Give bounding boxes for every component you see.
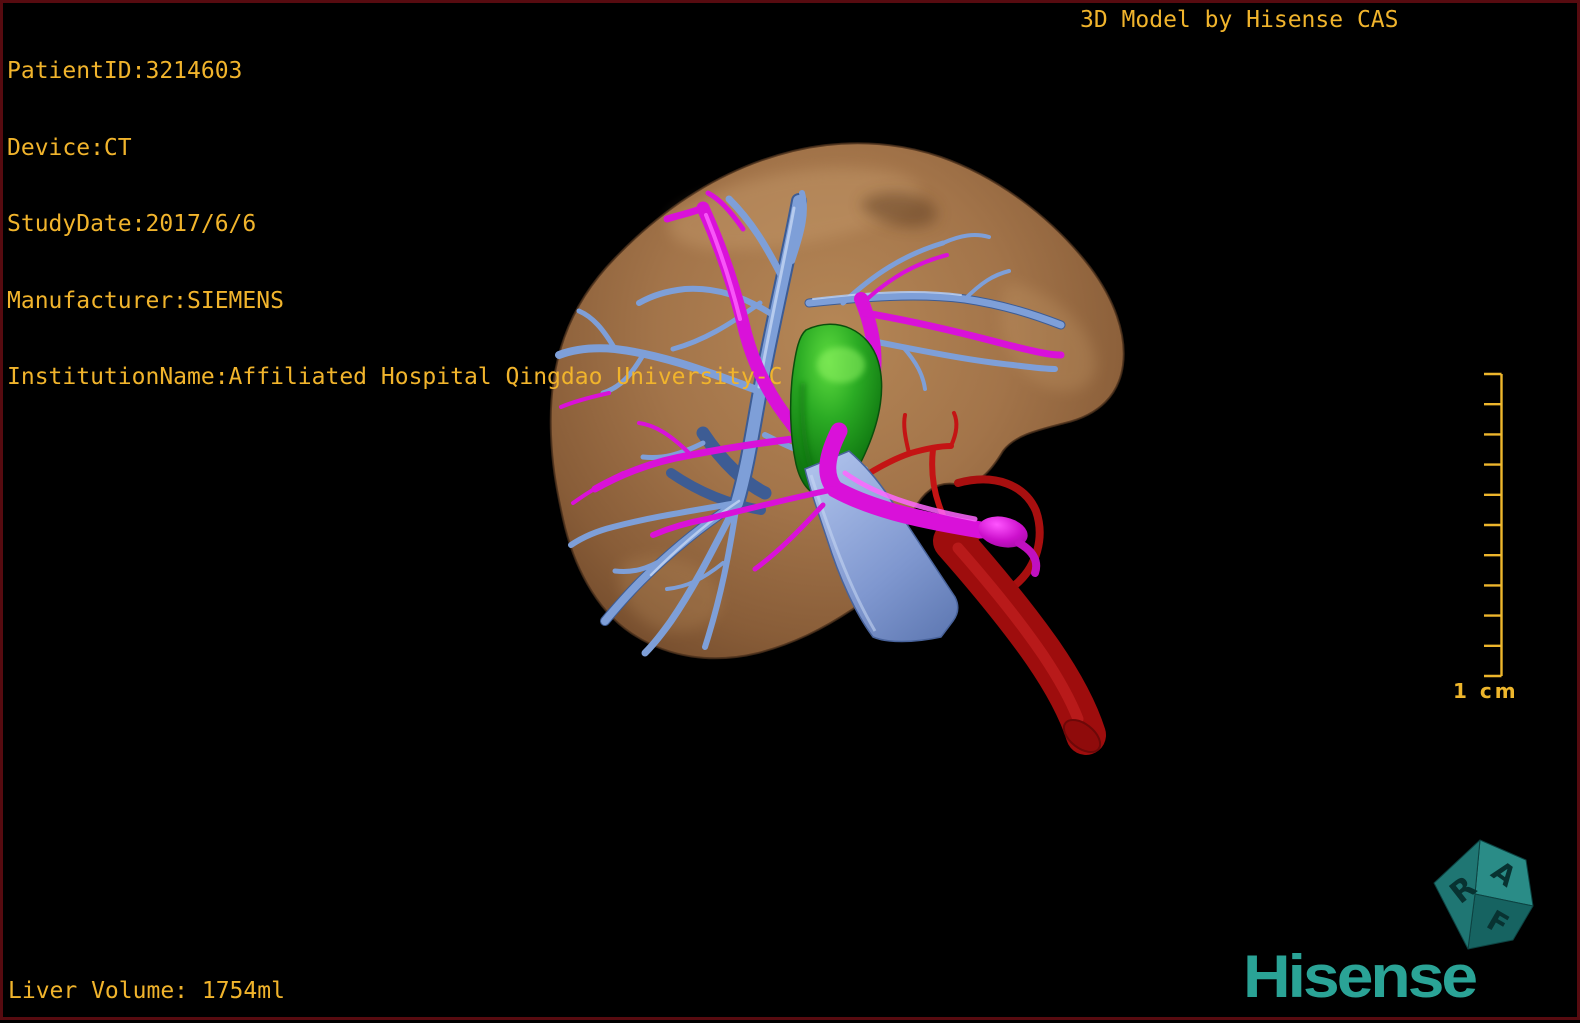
device-line: Device:CT — [7, 134, 132, 161]
hisense-logo: Hisense — [1243, 941, 1478, 1010]
institution-line: InstitutionName:Affiliated Hospital Qing… — [7, 364, 783, 390]
viewer-frame: R A F PatientID:3214603 Device:CT StudyD… — [0, 0, 1580, 1020]
orientation-cube[interactable]: R A F — [1433, 839, 1534, 950]
patient-id-line: PatientID:3214603 — [7, 58, 243, 84]
liver-volume-text: Liver Volume: 1754ml — [8, 978, 285, 1004]
study-date-line: StudyDate:2017/6/6 — [7, 211, 257, 237]
patient-info-block: PatientID:3214603 Device:CT StudyDate:20… — [7, 8, 782, 442]
scale-ruler — [1484, 372, 1503, 678]
manufacturer-line: Manufacturer:SIEMENS — [7, 287, 284, 314]
scale-bar-label: 1 cm — [1453, 679, 1519, 703]
watermark-text: 3D Model by Hisense CAS — [1080, 7, 1399, 33]
